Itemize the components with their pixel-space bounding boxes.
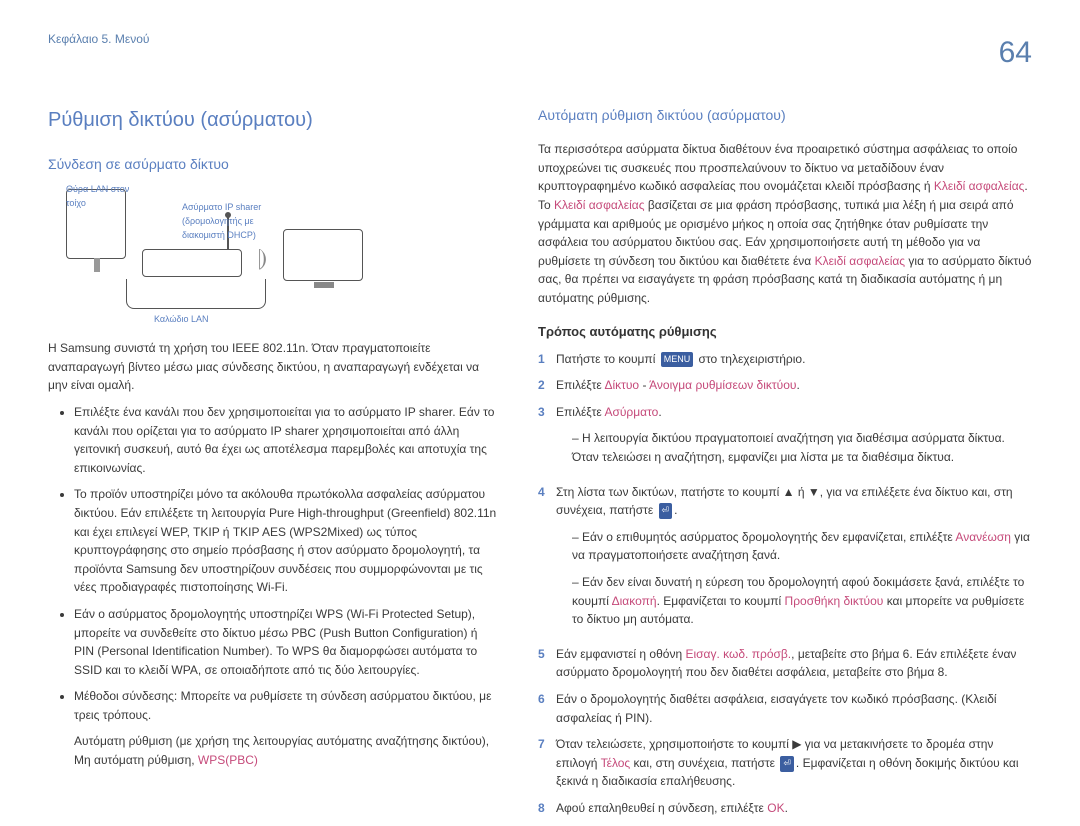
wps-pbc-label: WPS(PBC): [198, 753, 258, 767]
menu-button-icon: MENU: [661, 352, 694, 368]
diag-label-lanport: Θύρα LAN στον τοίχο: [66, 183, 136, 211]
note-channel: Επιλέξτε ένα κανάλι που δεν χρησιμοποιεί…: [74, 403, 498, 477]
enter-button-icon: ⏎: [659, 503, 673, 519]
steps-list: 1 Πατήστε το κουμπί MENU στο τηλεχειριστ…: [538, 350, 1032, 818]
section-title: Ρύθμιση δικτύου (ασύρματου): [48, 105, 498, 136]
auto-setup-heading: Αυτόματη ρύθμιση δικτύου (ασύρματου): [538, 105, 1032, 127]
step-1: 1 Πατήστε το κουμπί MENU στο τηλεχειριστ…: [538, 350, 1032, 369]
wireless-waves-icon: ⦈: [258, 239, 267, 276]
notes-list: Επιλέξτε ένα κανάλι που δεν χρησιμοποιεί…: [48, 403, 498, 770]
step-3-sub: Η λειτουργία δικτύου πραγματοποιεί αναζή…: [572, 429, 1032, 466]
auto-setup-method-heading: Τρόπος αυτόματης ρύθμισης: [538, 322, 1032, 342]
step-3: 3 Επιλέξτε Ασύρματο. Η λειτουργία δικτύο…: [538, 403, 1032, 475]
enter-button-icon-2: ⏎: [780, 756, 794, 772]
step-4-sub1: Εάν ο επιθυμητός ασύρματος δρομολογητής …: [572, 528, 1032, 565]
intro-paragraph: Η Samsung συνιστά τη χρήση του IEEE 802.…: [48, 339, 498, 395]
diag-label-sharer: Ασύρματο IP sharer (δρομολογητής με διακ…: [182, 201, 297, 243]
left-column: Ρύθμιση δικτύου (ασύρματου) Σύνδεση σε α…: [48, 105, 498, 826]
note-wps: Εάν ο ασύρματος δρομολογητής υποστηρίζει…: [74, 605, 498, 679]
step-8: 8 Αφού επαληθευθεί η σύνδεση, επιλέξτε O…: [538, 799, 1032, 818]
page-header: Κεφάλαιο 5. Μενού 64: [48, 30, 1032, 77]
note-protocols: Το προϊόν υποστηρίζει μόνο τα ακόλουθα π…: [74, 485, 498, 597]
step-2: 2 Επιλέξτε Δίκτυο - Άνοιγμα ρυθμίσεων δι…: [538, 376, 1032, 395]
diag-label-cable: Καλώδιο LAN: [154, 313, 209, 327]
page-number: 64: [999, 30, 1032, 77]
content-columns: Ρύθμιση δικτύου (ασύρματου) Σύνδεση σε α…: [48, 105, 1032, 826]
step-7: 7 Όταν τελειώσετε, χρησιμοποιήστε το κου…: [538, 735, 1032, 791]
step-5: 5 Εάν εμφανιστεί η οθόνη Εισαγ. κωδ. πρό…: [538, 645, 1032, 682]
step-4: 4 Στη λίστα των δικτύων, πατήστε το κουμ…: [538, 483, 1032, 637]
step-4-sub2: Εάν δεν είναι δυνατή η εύρεση του δρομολ…: [572, 573, 1032, 629]
subsection-connect: Σύνδεση σε ασύρματο δίκτυο: [48, 154, 498, 176]
router-icon: [142, 249, 242, 277]
step-6: 6 Εάν ο δρομολογητής διαθέτει ασφάλεια, …: [538, 690, 1032, 727]
right-column: Αυτόματη ρύθμιση δικτύου (ασύρματου) Τα …: [538, 105, 1032, 826]
note-methods: Μέθοδοι σύνδεσης: Μπορείτε να ρυθμίσετε …: [74, 687, 498, 769]
security-key-paragraph: Τα περισσότερα ασύρματα δίκτυα διαθέτουν…: [538, 140, 1032, 307]
lan-cable-line: [126, 279, 266, 309]
chapter-label: Κεφάλαιο 5. Μενού: [48, 30, 149, 49]
connection-diagram: ⦈ Θύρα LAN στον τοίχο Ασύρματο IP sharer…: [48, 189, 498, 339]
